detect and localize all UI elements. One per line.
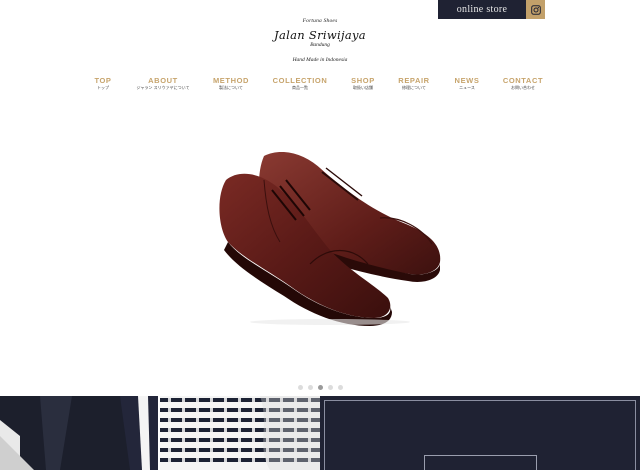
hero-slider[interactable] bbox=[0, 100, 640, 385]
feature-tiles bbox=[0, 396, 640, 470]
nav-item-method[interactable]: METHOD 製法について bbox=[213, 76, 249, 91]
nav-label: CONTACT bbox=[502, 76, 544, 85]
slider-dot[interactable] bbox=[327, 385, 333, 390]
slider-dot-active[interactable] bbox=[317, 385, 323, 390]
nav-sublabel: 製法について bbox=[219, 85, 243, 90]
hero-shoe-image bbox=[219, 152, 441, 326]
nav-label: REPAIR bbox=[398, 76, 430, 85]
logo-city: Bandung bbox=[310, 42, 330, 48]
nav-sublabel: トップ bbox=[97, 85, 109, 90]
nav-sublabel: 取扱い店舗 bbox=[353, 85, 373, 90]
nav-item-top[interactable]: TOP トップ bbox=[94, 76, 111, 91]
logo-tagline: Fortuna Shoes bbox=[302, 18, 338, 24]
slider-pagination bbox=[0, 385, 640, 391]
nav-label: COLLECTION bbox=[272, 76, 328, 85]
nav-item-about[interactable]: ABOUT ジャラン スリウァヤについて bbox=[137, 76, 190, 91]
slider-dot[interactable] bbox=[337, 385, 343, 390]
nav-sublabel: 商品一覧 bbox=[292, 85, 308, 90]
nav-label: NEWS bbox=[454, 76, 480, 85]
logo-name: Jalan Sriwijaya bbox=[274, 28, 366, 42]
suit-photo-tile[interactable] bbox=[0, 396, 158, 470]
nav-item-contact[interactable]: CONTACT お問い合わせ bbox=[503, 76, 543, 91]
nav-label: ABOUT bbox=[148, 76, 178, 85]
slider-dot[interactable] bbox=[297, 385, 303, 390]
nav-sublabel: お問い合わせ bbox=[511, 85, 535, 90]
nav-label: TOP bbox=[94, 76, 112, 85]
nav-sublabel: ジャラン スリウァヤについて bbox=[136, 85, 190, 90]
promo-tile[interactable] bbox=[320, 396, 640, 470]
nav-item-news[interactable]: NEWS ニュース bbox=[455, 76, 480, 91]
nav-item-shop[interactable]: SHOP 取扱い店舗 bbox=[351, 76, 375, 91]
site-logo[interactable]: Fortuna Shoes Jalan Sriwijaya Bandung Ha… bbox=[0, 17, 640, 64]
logo-handmade: Hand Made in Indonesia bbox=[292, 57, 348, 63]
nav-item-repair[interactable]: REPAIR 修理について bbox=[398, 76, 429, 91]
slider-dot[interactable] bbox=[307, 385, 313, 390]
textile-photo-tile[interactable] bbox=[160, 396, 320, 470]
promo-button[interactable] bbox=[424, 455, 537, 470]
nav-label: SHOP bbox=[351, 76, 375, 85]
main-nav: TOP トップ ABOUT ジャラン スリウァヤについて METHOD 製法につ… bbox=[0, 76, 640, 96]
nav-sublabel: ニュース bbox=[459, 85, 475, 90]
nav-sublabel: 修理について bbox=[402, 85, 426, 90]
nav-item-collection[interactable]: COLLECTION 商品一覧 bbox=[273, 76, 328, 91]
nav-label: METHOD bbox=[212, 76, 250, 85]
